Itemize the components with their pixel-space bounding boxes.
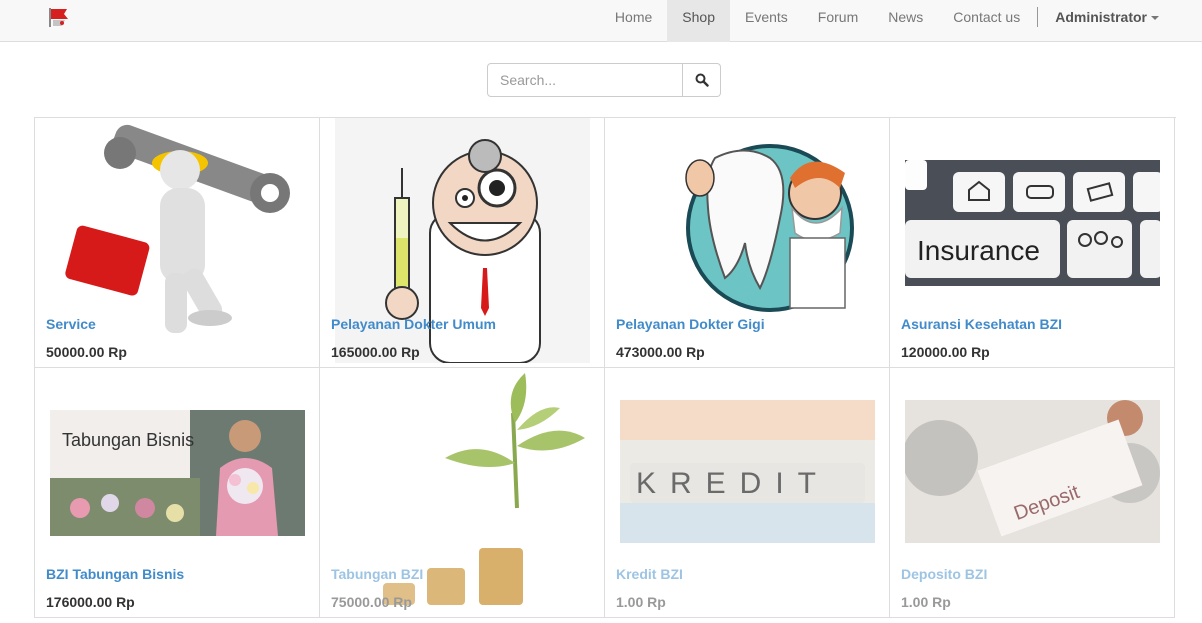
product-card[interactable]: Pelayanan Dokter Umum 165000.00 Rp [320, 118, 605, 368]
product-price: 120000.00 Rp [901, 344, 990, 360]
nav-news[interactable]: News [873, 0, 938, 42]
tabungan-bisnis-image-text: Tabungan Bisnis [62, 430, 194, 450]
nav-divider [1037, 7, 1039, 27]
main-nav: Home Shop Events Forum News Contact us A… [600, 0, 1174, 42]
product-name[interactable]: Service [46, 316, 96, 332]
product-card[interactable]: Insurance Asuransi Kesehatan BZI 120000.… [890, 118, 1175, 368]
product-price: 1.00 Rp [616, 594, 666, 610]
nav-contact-us[interactable]: Contact us [938, 0, 1035, 42]
kredit-image-text: KREDIT [636, 467, 830, 500]
product-card[interactable]: Tabungan BZI 75000.00 Rp [320, 368, 605, 618]
product-name[interactable]: BZI Tabungan Bisnis [46, 566, 184, 582]
user-menu[interactable]: Administrator [1040, 0, 1174, 42]
product-grid: Service 50000.00 Rp Pelayanan Dokter Umu… [34, 117, 1176, 618]
product-price: 165000.00 Rp [331, 344, 420, 360]
product-card[interactable]: Deposit Deposito BZI 1.00 Rp [890, 368, 1175, 618]
user-name: Administrator [1055, 9, 1147, 25]
product-card[interactable]: Tabungan Bisnis BZI Tabungan Bisnis 1760… [35, 368, 320, 618]
nav-events[interactable]: Events [730, 0, 803, 42]
caret-down-icon [1151, 16, 1159, 21]
search-button[interactable] [683, 63, 721, 97]
product-name[interactable]: Deposito BZI [901, 566, 987, 582]
product-card[interactable]: Pelayanan Dokter Gigi 473000.00 Rp [605, 118, 890, 368]
product-name[interactable]: Tabungan BZI [331, 566, 423, 582]
product-price: 1.00 Rp [901, 594, 951, 610]
product-name[interactable]: Kredit BZI [616, 566, 683, 582]
product-price: 176000.00 Rp [46, 594, 135, 610]
product-card[interactable]: KREDIT Kredit BZI 1.00 Rp [605, 368, 890, 618]
navbar: Home Shop Events Forum News Contact us A… [0, 0, 1202, 42]
nav-shop[interactable]: Shop [667, 0, 730, 42]
nav-home[interactable]: Home [600, 0, 667, 42]
product-price: 473000.00 Rp [616, 344, 705, 360]
product-name[interactable]: Asuransi Kesehatan BZI [901, 316, 1062, 332]
product-price: 75000.00 Rp [331, 594, 412, 610]
insurance-image-text: Insurance [917, 235, 1040, 266]
product-card[interactable]: Service 50000.00 Rp [35, 118, 320, 368]
product-price: 50000.00 Rp [46, 344, 127, 360]
product-name[interactable]: Pelayanan Dokter Gigi [616, 316, 765, 332]
logo-flag-icon[interactable] [47, 6, 70, 28]
product-name[interactable]: Pelayanan Dokter Umum [331, 316, 496, 332]
search-bar [487, 63, 721, 97]
search-input[interactable] [487, 63, 683, 97]
nav-forum[interactable]: Forum [803, 0, 873, 42]
search-icon [695, 73, 709, 87]
